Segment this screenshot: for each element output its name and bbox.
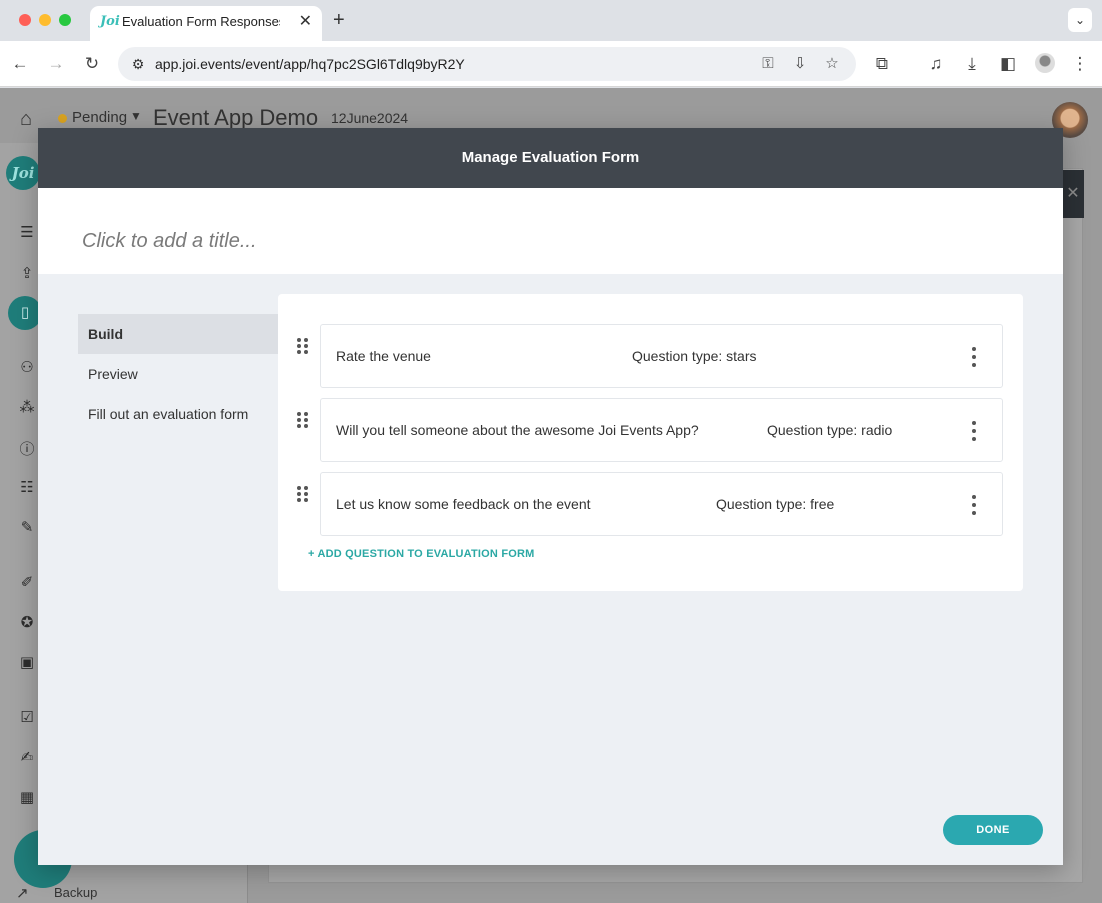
questions-card: Rate the venue Question type: stars Will… xyxy=(278,294,1023,591)
downloads-icon[interactable]: ⤓ xyxy=(960,52,984,76)
address-bar[interactable]: ⚙ app.joi.events/event/app/hq7pc2SGl6Tdl… xyxy=(118,47,856,81)
sidebar-list-icon[interactable]: ☰ xyxy=(16,223,38,243)
manage-evaluation-form-modal: Manage Evaluation Form Build Preview Fil… xyxy=(38,128,1063,865)
joi-logo: Joi xyxy=(6,156,40,190)
browser-tab-strip: Joi Evaluation Form Responses | ✕ + ⌄ xyxy=(0,0,1102,41)
new-tab-plus-icon[interactable]: + xyxy=(333,8,345,32)
sidebar-badge-print-icon[interactable]: ▣ xyxy=(16,653,38,673)
sidebar-people-icon[interactable]: ⚇ xyxy=(16,358,38,378)
sidebar-pen-icon[interactable]: ✐ xyxy=(16,573,38,593)
site-settings-icon[interactable]: ⚙ xyxy=(126,52,150,76)
bookmark-star-icon[interactable]: ☆ xyxy=(820,52,844,76)
install-app-icon[interactable]: ⇩ xyxy=(788,52,812,76)
tab-search-chevron-icon[interactable]: ⌄ xyxy=(1068,8,1092,32)
backup-label[interactable]: Backup xyxy=(54,885,97,900)
more-vertical-icon[interactable] xyxy=(964,345,984,369)
form-title-input[interactable] xyxy=(82,230,982,253)
modal-title: Manage Evaluation Form xyxy=(461,149,640,166)
question-type: Question type: free xyxy=(716,496,835,512)
profile-avatar-icon[interactable] xyxy=(1035,53,1055,73)
event-date: 12June2024 xyxy=(331,110,409,126)
modal-header: Manage Evaluation Form xyxy=(38,128,1063,188)
sidebar-info-icon[interactable]: ⓘ xyxy=(16,438,38,458)
nav-preview[interactable]: Preview xyxy=(78,354,278,394)
sidebar-checklist-icon[interactable]: ☷ xyxy=(16,478,38,498)
backup-icon[interactable]: ↗ xyxy=(16,884,29,902)
question-text: Rate the venue xyxy=(336,348,431,364)
side-panel-icon[interactable]: ◧ xyxy=(996,52,1020,76)
status-dropdown[interactable]: Pending xyxy=(72,109,127,126)
more-vertical-icon[interactable] xyxy=(964,419,984,443)
browser-toolbar: ← → ↻ ⚙ app.joi.events/event/app/hq7pc2S… xyxy=(0,41,1102,87)
window-minimize-button[interactable] xyxy=(39,14,51,26)
media-controls-icon[interactable]: ♫ xyxy=(924,52,948,76)
more-vertical-icon[interactable] xyxy=(964,493,984,517)
sidebar-publish-icon[interactable]: ⇪ xyxy=(16,264,38,284)
sidebar-calendar-icon[interactable]: ▦ xyxy=(16,788,38,808)
sidebar-badge-icon[interactable]: ✪ xyxy=(16,613,38,633)
question-row[interactable]: Let us know some feedback on the event Q… xyxy=(320,472,1003,536)
window-zoom-button[interactable] xyxy=(59,14,71,26)
browser-tab-active[interactable]: Joi Evaluation Form Responses | ✕ xyxy=(90,6,322,41)
form-title-zone xyxy=(38,188,1063,274)
caret-down-icon[interactable]: ▼ xyxy=(130,109,142,123)
drag-handle-icon[interactable] xyxy=(296,412,310,430)
drag-handle-icon[interactable] xyxy=(296,338,310,356)
drag-handle-icon[interactable] xyxy=(296,486,310,504)
back-arrow-icon[interactable]: ← xyxy=(8,52,32,76)
sidebar-notes-icon[interactable]: ✍ xyxy=(16,748,38,768)
done-button[interactable]: DONE xyxy=(943,815,1043,845)
sidebar-evaluation-icon[interactable]: ☑ xyxy=(16,708,38,728)
home-icon[interactable]: ⌂ xyxy=(20,108,32,131)
sidebar-groups-icon[interactable]: ⁂ xyxy=(16,398,38,418)
reload-icon[interactable]: ↻ xyxy=(80,52,104,76)
question-row[interactable]: Will you tell someone about the awesome … xyxy=(320,398,1003,462)
tab-close-icon[interactable]: ✕ xyxy=(299,11,312,31)
key-icon[interactable]: ⚿ xyxy=(756,52,780,76)
joi-favicon-icon: Joi xyxy=(100,14,120,29)
window-close-button[interactable] xyxy=(19,14,31,26)
question-type: Question type: radio xyxy=(767,422,893,438)
background-close-icon[interactable]: ✕ xyxy=(1062,170,1084,218)
tab-title: Evaluation Form Responses | xyxy=(122,14,280,29)
question-text: Will you tell someone about the awesome … xyxy=(336,422,699,438)
sidebar-mobile-app-icon[interactable]: ▯ xyxy=(8,296,42,330)
extensions-puzzle-icon[interactable]: ⧉ xyxy=(870,52,894,76)
forward-arrow-icon[interactable]: → xyxy=(44,52,68,76)
browser-menu-icon[interactable]: ⋮ xyxy=(1068,52,1092,76)
question-text: Let us know some feedback on the event xyxy=(336,496,591,512)
nav-build[interactable]: Build xyxy=(78,314,278,354)
nav-fill-out-form[interactable]: Fill out an evaluation form xyxy=(78,394,278,434)
question-type: Question type: stars xyxy=(632,348,757,364)
add-question-link[interactable]: + ADD QUESTION TO EVALUATION FORM xyxy=(308,548,535,560)
sidebar-form-icon[interactable]: ✎ xyxy=(16,518,38,538)
question-row[interactable]: Rate the venue Question type: stars xyxy=(320,324,1003,388)
status-dot-icon xyxy=(58,114,67,123)
address-bar-url[interactable]: app.joi.events/event/app/hq7pc2SGl6Tdlq9… xyxy=(155,56,465,72)
